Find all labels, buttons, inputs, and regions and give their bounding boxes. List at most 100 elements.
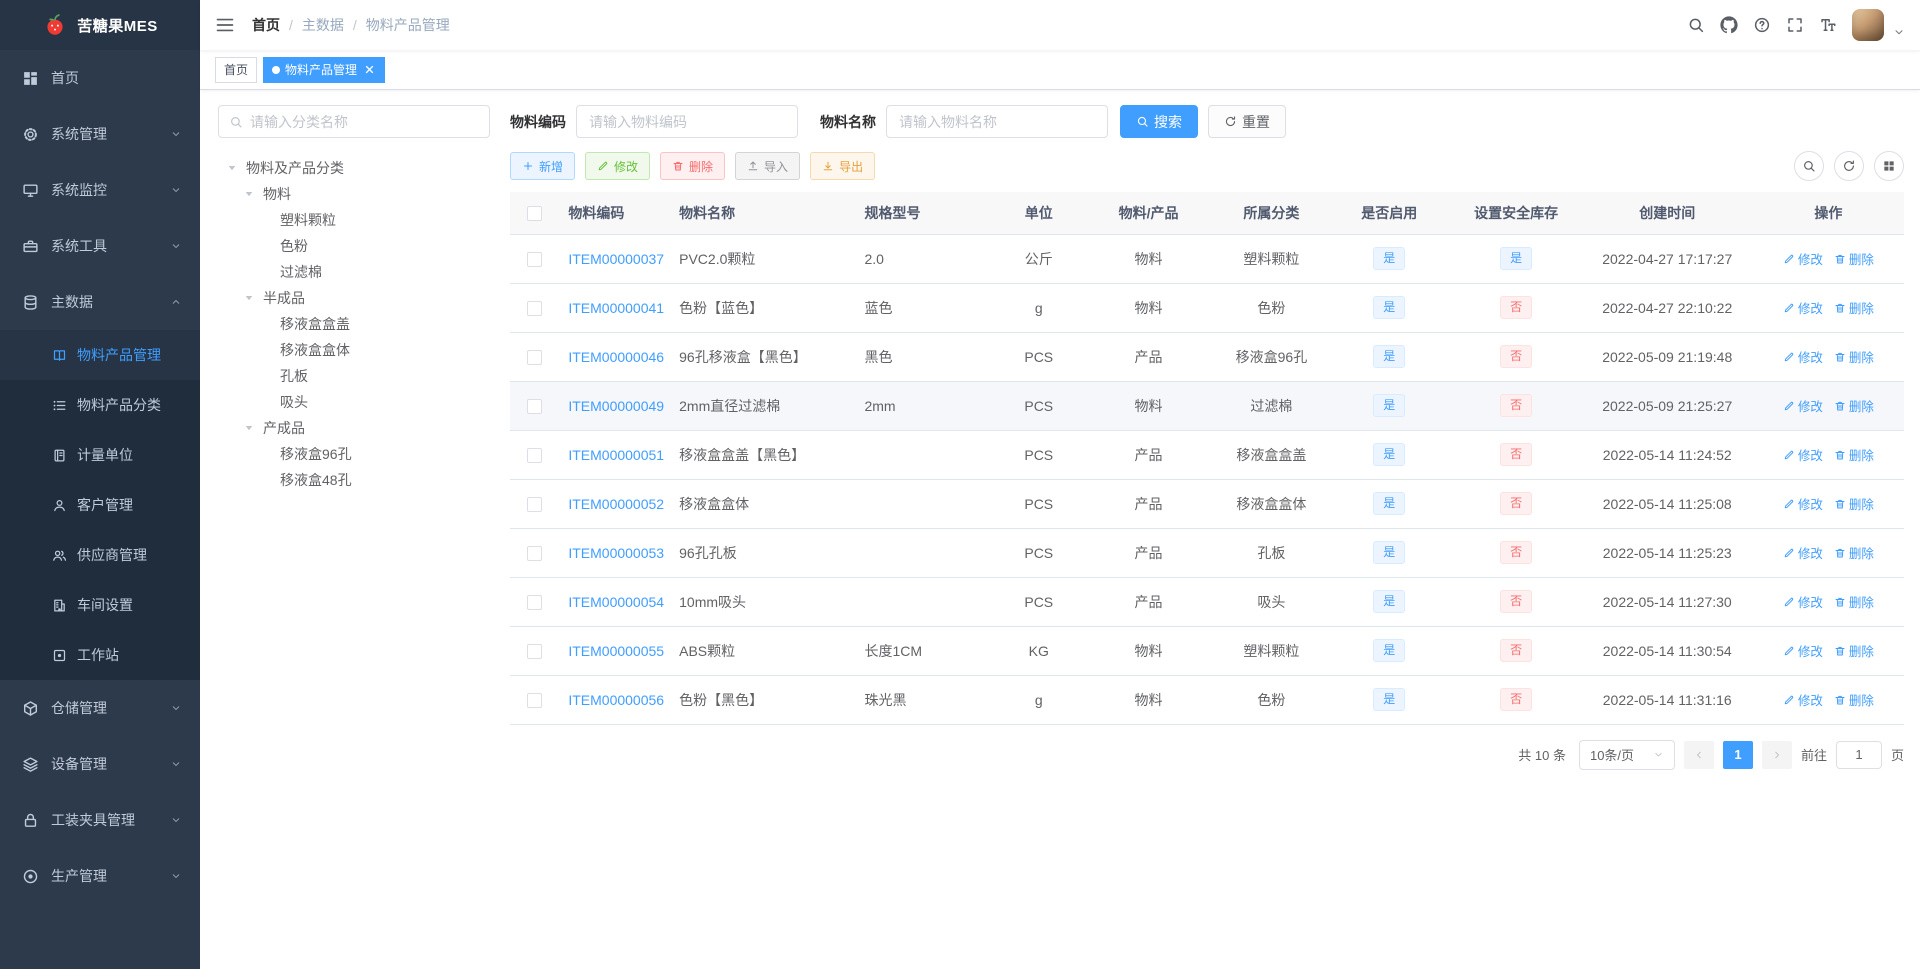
row-checkbox[interactable]: [526, 300, 542, 316]
tab-item[interactable]: 首页: [215, 56, 258, 83]
tree-node[interactable]: 物料及产品分类: [218, 155, 490, 181]
sidebar-subitem[interactable]: 物料产品分类: [0, 380, 200, 430]
sidebar-item[interactable]: 生产管理: [0, 848, 200, 904]
row-checkbox[interactable]: [526, 643, 542, 659]
sidebar-item[interactable]: 系统工具: [0, 218, 200, 274]
refresh-button[interactable]: [1834, 151, 1864, 181]
row-edit-button[interactable]: 修改: [1783, 592, 1823, 611]
row-checkbox[interactable]: [526, 496, 542, 512]
row-edit-button[interactable]: 修改: [1783, 445, 1823, 464]
material-code-link[interactable]: ITEM00000051: [568, 447, 664, 463]
tree-node[interactable]: 产成品: [218, 415, 490, 441]
close-icon[interactable]: [363, 63, 376, 76]
row-edit-button[interactable]: 修改: [1783, 347, 1823, 366]
page-size-select[interactable]: 10条/页: [1578, 739, 1675, 770]
row-delete-button[interactable]: 删除: [1834, 298, 1874, 317]
hamburger-icon[interactable]: [215, 15, 235, 35]
sidebar-item[interactable]: 系统监控: [0, 162, 200, 218]
row-delete-button[interactable]: 删除: [1834, 347, 1874, 366]
breadcrumb-item[interactable]: 首页: [252, 15, 280, 35]
tree-node[interactable]: 过滤棉: [218, 259, 490, 285]
row-delete-button[interactable]: 删除: [1834, 690, 1874, 709]
breadcrumb-item[interactable]: 主数据: [302, 15, 344, 35]
row-edit-button[interactable]: 修改: [1783, 494, 1823, 513]
edit-button[interactable]: 修改: [585, 152, 651, 180]
search-icon[interactable]: [1687, 16, 1705, 34]
tree-node[interactable]: 色粉: [218, 233, 490, 259]
tree-node[interactable]: 移液盒48孔: [218, 467, 490, 493]
row-edit-button[interactable]: 修改: [1783, 396, 1823, 415]
reset-button[interactable]: 重置: [1208, 105, 1286, 138]
sidebar-item[interactable]: 设备管理: [0, 736, 200, 792]
tree-node[interactable]: 移液盒96孔: [218, 441, 490, 467]
next-page-button[interactable]: [1761, 740, 1792, 769]
tree-node[interactable]: 半成品: [218, 285, 490, 311]
row-edit-button[interactable]: 修改: [1783, 690, 1823, 709]
sidebar-subitem[interactable]: 客户管理: [0, 480, 200, 530]
github-icon[interactable]: [1720, 16, 1738, 34]
row-edit-button[interactable]: 修改: [1783, 641, 1823, 660]
export-button[interactable]: 导出: [810, 152, 876, 180]
sidebar-subitem[interactable]: 供应商管理: [0, 530, 200, 580]
material-code-link[interactable]: ITEM00000055: [568, 643, 664, 659]
import-button[interactable]: 导入: [735, 152, 801, 180]
tab-active[interactable]: 物料产品管理: [263, 56, 386, 83]
row-delete-button[interactable]: 删除: [1834, 543, 1874, 562]
material-code-link[interactable]: ITEM00000053: [568, 545, 664, 561]
row-checkbox[interactable]: [526, 349, 542, 365]
row-checkbox[interactable]: [526, 251, 542, 267]
row-checkbox[interactable]: [526, 398, 542, 414]
delete-button[interactable]: 删除: [660, 152, 726, 180]
search-button[interactable]: 搜索: [1120, 105, 1198, 138]
sidebar-item[interactable]: 主数据: [0, 274, 200, 330]
row-delete-button[interactable]: 删除: [1834, 494, 1874, 513]
row-delete-button[interactable]: 删除: [1834, 249, 1874, 268]
row-delete-button[interactable]: 删除: [1834, 445, 1874, 464]
row-delete-button[interactable]: 删除: [1834, 396, 1874, 415]
prev-page-button[interactable]: [1683, 740, 1714, 769]
question-icon[interactable]: [1753, 16, 1771, 34]
sidebar-item[interactable]: 系统管理: [0, 106, 200, 162]
chevron-down-icon[interactable]: [1893, 26, 1905, 38]
app-logo[interactable]: 苦糖果MES: [0, 0, 200, 50]
breadcrumb-item[interactable]: 物料产品管理: [366, 15, 450, 35]
row-edit-button[interactable]: 修改: [1783, 543, 1823, 562]
material-code-link[interactable]: ITEM00000054: [568, 594, 664, 610]
sidebar-subitem[interactable]: 工作站: [0, 630, 200, 680]
current-page-button[interactable]: 1: [1722, 740, 1753, 769]
material-code-link[interactable]: ITEM00000056: [568, 692, 664, 708]
add-button[interactable]: 新增: [510, 152, 576, 180]
row-edit-button[interactable]: 修改: [1783, 298, 1823, 317]
material-code-link[interactable]: ITEM00000049: [568, 398, 664, 414]
row-delete-button[interactable]: 删除: [1834, 592, 1874, 611]
font-size-icon[interactable]: [1819, 16, 1837, 34]
material-name-input[interactable]: [886, 105, 1108, 138]
row-checkbox[interactable]: [526, 692, 542, 708]
sidebar-subitem[interactable]: 物料产品管理: [0, 330, 200, 380]
tree-node[interactable]: 塑料颗粒: [218, 207, 490, 233]
sidebar-subitem[interactable]: 车间设置: [0, 580, 200, 630]
fullscreen-icon[interactable]: [1786, 16, 1804, 34]
sidebar-item[interactable]: 仓储管理: [0, 680, 200, 736]
select-all-checkbox[interactable]: [526, 206, 542, 222]
row-edit-button[interactable]: 修改: [1783, 249, 1823, 268]
tree-node[interactable]: 吸头: [218, 389, 490, 415]
material-code-input[interactable]: [576, 105, 798, 138]
columns-button[interactable]: [1874, 151, 1904, 181]
tree-node[interactable]: 移液盒盒盖: [218, 311, 490, 337]
material-code-link[interactable]: ITEM00000052: [568, 496, 664, 512]
material-code-link[interactable]: ITEM00000037: [568, 251, 664, 267]
row-checkbox[interactable]: [526, 545, 542, 561]
tree-node[interactable]: 物料: [218, 181, 490, 207]
material-code-link[interactable]: ITEM00000041: [568, 300, 664, 316]
goto-page-input[interactable]: [1835, 740, 1882, 769]
tree-node[interactable]: 移液盒盒体: [218, 337, 490, 363]
tree-node[interactable]: 孔板: [218, 363, 490, 389]
sidebar-item[interactable]: 工装夹具管理: [0, 792, 200, 848]
user-avatar[interactable]: [1852, 9, 1884, 41]
sidebar-subitem[interactable]: 计量单位: [0, 430, 200, 480]
category-search-input[interactable]: [250, 113, 479, 130]
material-code-link[interactable]: ITEM00000046: [568, 349, 664, 365]
row-checkbox[interactable]: [526, 594, 542, 610]
row-delete-button[interactable]: 删除: [1834, 641, 1874, 660]
